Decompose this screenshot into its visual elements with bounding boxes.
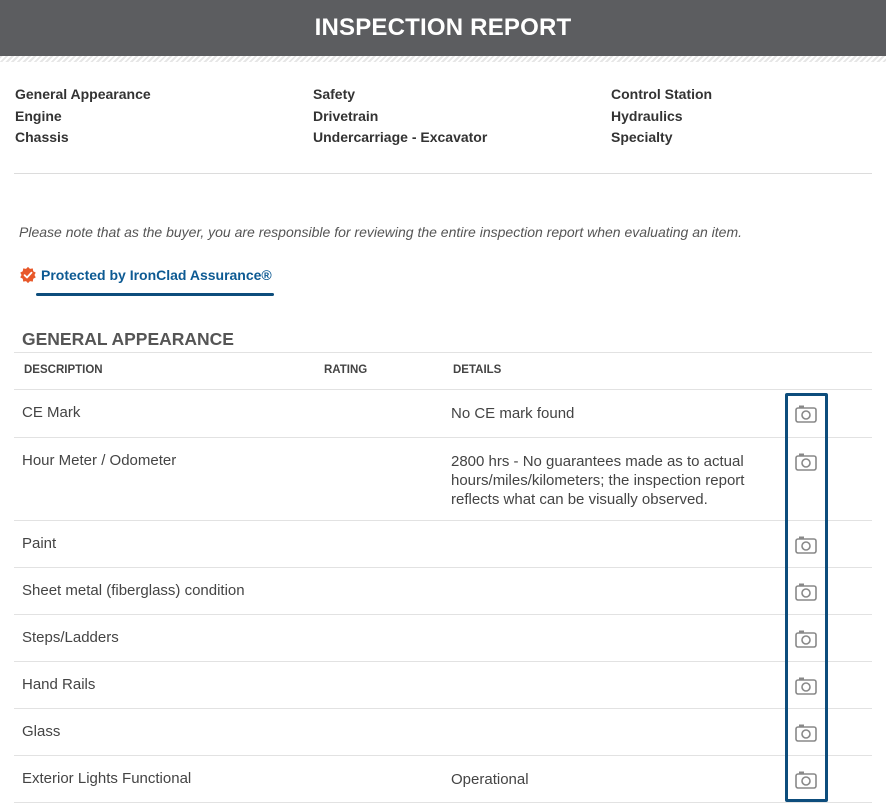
- section-link-engine[interactable]: Engine: [15, 106, 151, 128]
- table-row: Exterior Lights Functional Operational: [14, 756, 872, 803]
- row-description: Paint: [22, 535, 57, 552]
- row-description: Glass: [22, 723, 61, 740]
- ironclad-assurance-label: Protected by IronClad Assurance®: [41, 267, 272, 283]
- section-link-specialty[interactable]: Specialty: [611, 127, 712, 149]
- page-title: INSPECTION REPORT: [314, 14, 572, 41]
- table-row: Hour Meter / Odometer 2800 hrs - No guar…: [14, 438, 872, 521]
- section-nav-column-1: General Appearance Engine Chassis: [15, 84, 151, 149]
- table-row: Paint: [14, 521, 872, 568]
- row-description: CE Mark: [22, 404, 81, 421]
- column-header-description: DESCRIPTION: [24, 364, 103, 376]
- camera-column-highlight: [785, 393, 828, 802]
- row-description: Hand Rails: [22, 676, 96, 693]
- row-description: Hour Meter / Odometer: [22, 452, 177, 469]
- report-header: INSPECTION REPORT: [0, 0, 886, 56]
- section-link-chassis[interactable]: Chassis: [15, 127, 151, 149]
- section-nav-column-2: Safety Drivetrain Undercarriage - Excava…: [313, 84, 487, 149]
- section-divider: [14, 173, 872, 174]
- section-link-safety[interactable]: Safety: [313, 84, 487, 106]
- row-details: No CE mark found: [451, 405, 575, 422]
- table-row: Steps/Ladders: [14, 615, 872, 662]
- row-details: 2800 hrs - No guarantees made as to actu…: [451, 453, 745, 508]
- section-link-drivetrain[interactable]: Drivetrain: [313, 106, 487, 128]
- row-description: Sheet metal (fiberglass) condition: [22, 582, 245, 599]
- header-hatch-divider: [0, 56, 886, 62]
- section-link-undercarriage[interactable]: Undercarriage - Excavator: [313, 127, 487, 149]
- table-header: DESCRIPTION RATING DETAILS: [14, 352, 872, 390]
- assurance-underline: [36, 293, 274, 296]
- row-description: Exterior Lights Functional: [22, 770, 192, 787]
- ironclad-assurance-link[interactable]: Protected by IronClad Assurance®: [19, 266, 272, 284]
- section-link-general-appearance[interactable]: General Appearance: [15, 84, 151, 106]
- general-appearance-table: DESCRIPTION RATING DETAILS CE Mark No CE…: [14, 352, 872, 803]
- table-row: CE Mark No CE mark found: [14, 390, 872, 438]
- table-row: Sheet metal (fiberglass) condition: [14, 568, 872, 615]
- section-nav-column-3: Control Station Hydraulics Specialty: [611, 84, 712, 149]
- column-header-details: DETAILS: [453, 364, 502, 376]
- section-link-control-station[interactable]: Control Station: [611, 84, 712, 106]
- general-appearance-title: GENERAL APPEARANCE: [22, 329, 234, 349]
- table-row: Glass: [14, 709, 872, 756]
- shield-badge-icon: [20, 266, 36, 284]
- table-row: Hand Rails: [14, 662, 872, 709]
- section-link-hydraulics[interactable]: Hydraulics: [611, 106, 712, 128]
- row-description: Steps/Ladders: [22, 629, 119, 646]
- buyer-note: Please note that as the buyer, you are r…: [19, 224, 742, 240]
- row-details: Operational: [451, 771, 529, 788]
- column-header-rating: RATING: [324, 364, 368, 376]
